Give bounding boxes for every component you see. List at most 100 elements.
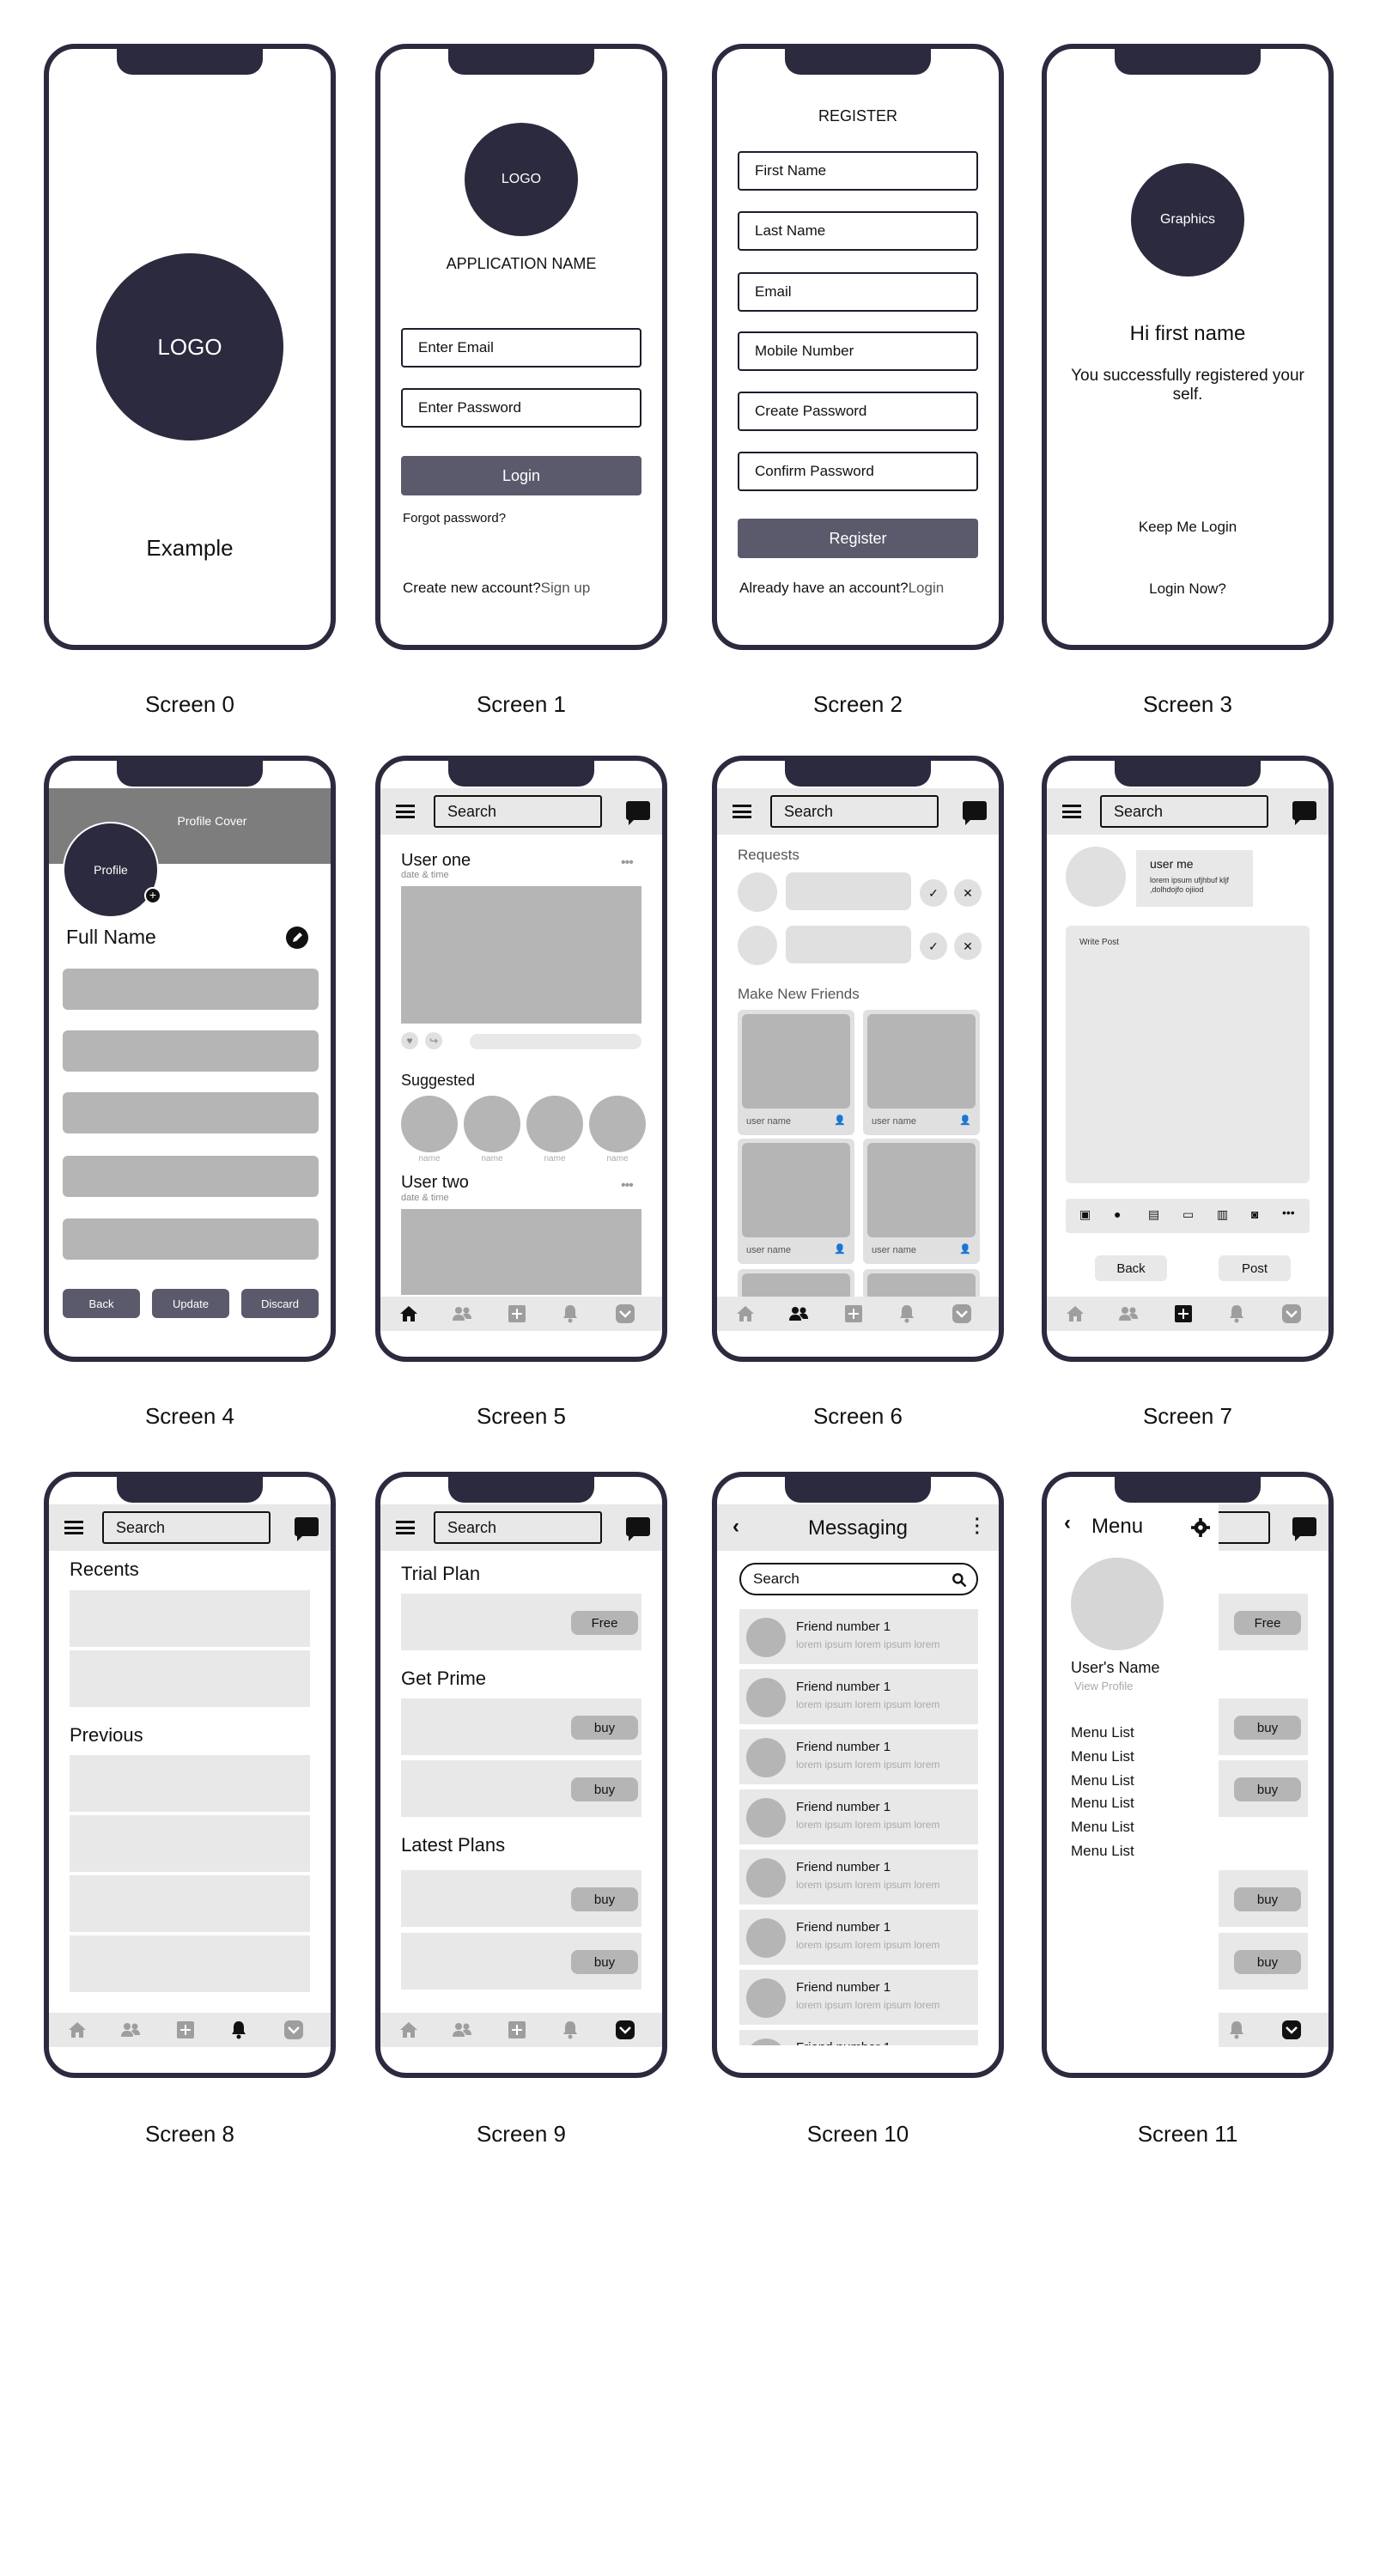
bell-icon[interactable] [1225,2020,1248,2040]
add-post-icon[interactable] [842,1303,865,1324]
gear-icon[interactable] [1191,1518,1210,1537]
home-icon[interactable] [398,1303,420,1324]
kebab-menu-icon[interactable]: · · · [975,1511,981,1542]
friend-card[interactable]: user name 👤 [738,1010,854,1135]
notification-item[interactable] [70,1935,310,1992]
bell-icon[interactable] [228,2020,250,2040]
post-author[interactable]: User two [401,1173,469,1193]
conversation-item[interactable]: Friend number 1lorem ipsum lorem ipsum l… [739,1970,978,2025]
reject-icon[interactable]: ✕ [954,879,982,907]
search-input[interactable]: Search [770,795,939,828]
file-icon[interactable]: ▤ [1148,1207,1159,1222]
login-now-link[interactable]: Login Now? [1047,580,1328,598]
suggested-avatar[interactable] [401,1096,458,1152]
profile-picture[interactable]: Profile [63,822,159,918]
bell-icon[interactable] [559,1303,581,1324]
friends-icon[interactable] [787,1303,810,1324]
chevron-down-icon[interactable] [283,2020,305,2040]
image-icon[interactable]: ▣ [1079,1207,1091,1222]
bell-icon[interactable] [559,2020,581,2040]
profile-field[interactable] [63,969,319,1010]
suggested-avatar[interactable] [526,1096,583,1152]
profile-field[interactable] [63,1218,319,1260]
chat-icon[interactable] [626,801,650,825]
home-icon[interactable] [66,2020,88,2040]
more-icon[interactable]: ••• [621,1178,634,1194]
search-input[interactable]: Search [434,1511,602,1544]
chevron-down-icon[interactable] [951,1303,973,1324]
friends-icon[interactable] [451,1303,473,1324]
notification-item[interactable] [70,1875,310,1932]
friend-card[interactable]: user name 👤 [863,1010,980,1135]
chevron-down-icon[interactable] [1280,2020,1303,2040]
hamburger-icon[interactable] [64,1521,83,1534]
conversation-item[interactable]: Friend number 1lorem ipsum lorem ipsum l… [739,1729,978,1784]
add-post-icon[interactable] [174,2020,197,2040]
add-friend-icon[interactable]: 👤 [959,1115,971,1126]
search-input[interactable] [1219,1511,1270,1544]
add-friend-icon[interactable]: 👤 [834,1115,846,1126]
chat-icon[interactable] [626,1517,650,1541]
free-button[interactable]: Free [1234,1611,1301,1635]
reject-icon[interactable]: ✕ [954,933,982,960]
buy-button[interactable]: buy [1234,1950,1301,1974]
conversation-item[interactable]: Friend number 1lorem ipsum lorem ipsum l… [739,1850,978,1905]
search-input[interactable]: Search [434,795,602,828]
menu-list-item[interactable]: Menu List [1071,1748,1134,1765]
conversation-item[interactable]: Friend number 1lorem ipsum lorem ipsum l… [739,2030,978,2045]
location-icon[interactable]: ● [1114,1207,1121,1221]
suggested-avatar[interactable] [589,1096,646,1152]
conversation-item[interactable]: Friend number 1lorem ipsum lorem ipsum l… [739,1609,978,1664]
home-icon[interactable] [734,1303,757,1324]
conversation-item[interactable]: Friend number 1lorem ipsum lorem ipsum l… [739,1910,978,1965]
suggested-avatar[interactable] [464,1096,520,1152]
chevron-down-icon[interactable] [614,2020,636,2040]
back-icon[interactable]: ‹ [733,1515,739,1539]
menu-list-item[interactable]: Menu List [1071,1819,1134,1836]
keep-me-login[interactable]: Keep Me Login [1047,519,1328,536]
hamburger-icon[interactable] [733,805,751,818]
password-input[interactable]: Enter Password [401,388,641,428]
chevron-down-icon[interactable] [1280,1303,1303,1324]
share-icon[interactable]: ↪ [425,1032,442,1049]
more-icon[interactable]: ••• [1282,1206,1295,1219]
chat-icon[interactable] [963,801,987,825]
notification-item[interactable] [70,1755,310,1812]
hamburger-icon[interactable] [396,1521,415,1534]
back-button[interactable]: Back [1095,1255,1167,1281]
notification-item[interactable] [70,1590,310,1647]
accept-icon[interactable]: ✓ [920,933,947,960]
first-name-field[interactable]: First Name [738,151,978,191]
friends-icon[interactable] [1117,1303,1140,1324]
bell-icon[interactable] [896,1303,918,1324]
like-icon[interactable]: ♥ [401,1032,418,1049]
card-icon[interactable]: ▭ [1182,1207,1194,1222]
friend-card[interactable]: user name 👤 [738,1139,854,1264]
back-button[interactable]: Back [63,1289,140,1318]
signup-link[interactable]: Sign up [541,580,591,596]
add-friend-icon[interactable]: 👤 [834,1243,846,1255]
hamburger-icon[interactable] [1062,805,1081,818]
buy-button[interactable]: buy [571,1887,638,1911]
add-post-icon[interactable] [506,2020,528,2040]
edit-icon[interactable] [286,927,308,949]
login-link[interactable]: Login [909,580,945,596]
menu-list-item[interactable]: Menu List [1071,1772,1134,1789]
buy-button[interactable]: buy [1234,1777,1301,1801]
add-photo-icon[interactable]: + [144,887,161,904]
buy-button[interactable]: buy [1234,1887,1301,1911]
more-icon[interactable]: ••• [621,855,634,871]
buy-button[interactable]: buy [1234,1716,1301,1740]
friends-icon[interactable] [119,2020,142,2040]
search-input[interactable]: Search [1100,795,1268,828]
buy-button[interactable]: buy [571,1777,638,1801]
accept-icon[interactable]: ✓ [920,879,947,907]
login-button[interactable]: Login [401,456,641,495]
create-password-field[interactable]: Create Password [738,392,978,431]
menu-list-item[interactable]: Menu List [1071,1724,1134,1741]
friends-icon[interactable] [451,2020,473,2040]
add-post-icon[interactable] [506,1303,528,1324]
register-button[interactable]: Register [738,519,978,558]
chat-icon[interactable] [1292,1517,1316,1541]
email-field[interactable]: Email [738,272,978,312]
